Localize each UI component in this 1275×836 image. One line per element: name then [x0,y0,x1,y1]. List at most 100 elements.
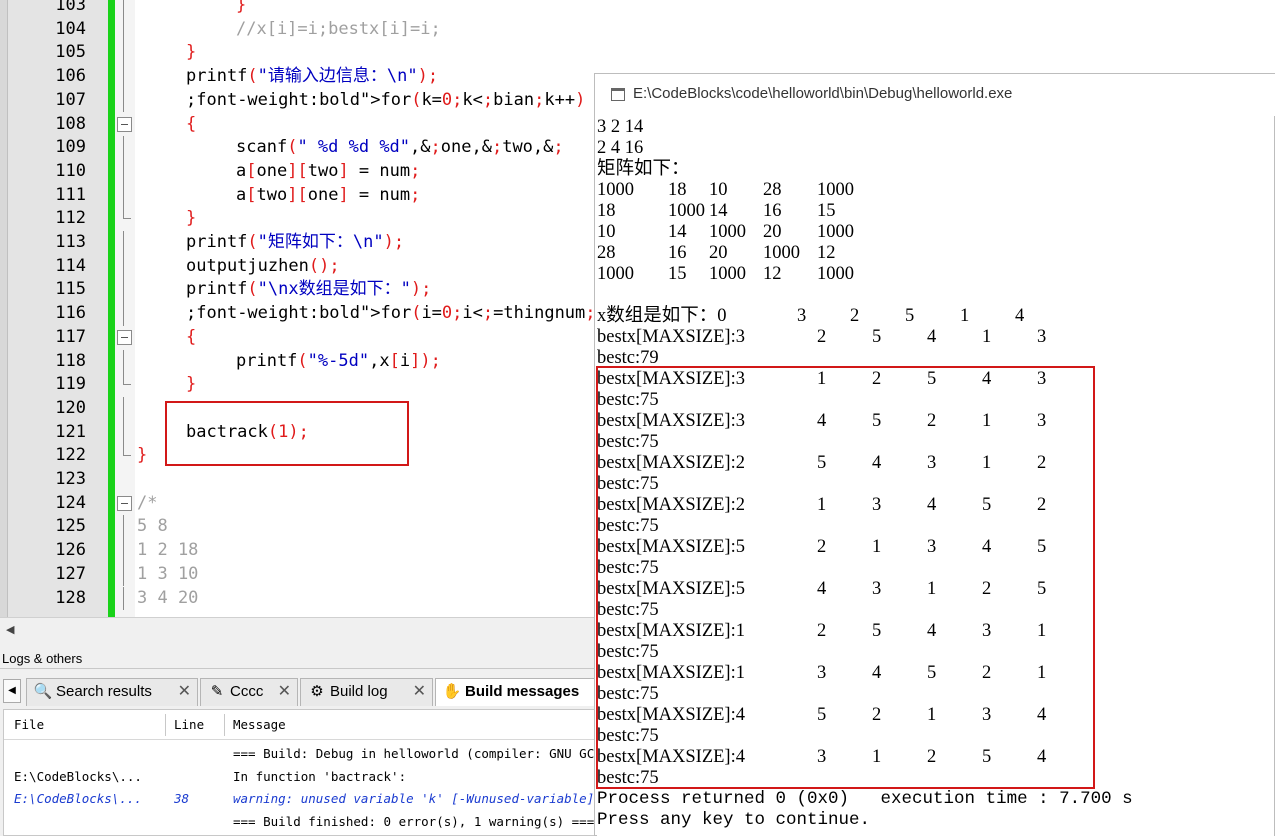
table-row[interactable]: E:\CodeBlocks\... In function 'bactrack': [4,766,601,788]
console-token: 1000 [597,180,634,200]
code-text[interactable]: ;font-weight:bold">for(i=0;i<;=thingnum;… [186,302,637,326]
console-line: 1000 15 1000 12 1000 [597,264,1274,285]
tab-scroll-left-icon[interactable]: ◀ [3,679,21,703]
console-token: 18 [597,201,616,221]
code-line[interactable]: 104 //x[i]=i;bestx[i]=i; [0,17,1275,42]
column-divider[interactable] [165,714,166,736]
code-text[interactable]: scanf(" %d %d %d",&;one,&;two,&; [236,136,564,160]
scroll-left-icon[interactable]: ◀ [6,623,14,636]
table-header: File Line Message [4,710,601,740]
code-text[interactable]: ;font-weight:bold">for(k=0;k<;bian;k++) [186,89,585,113]
tab-label: Cccc [230,683,264,700]
line-number: 118 [55,350,86,371]
console-line: 1000 18 10 28 1000 [597,180,1274,201]
code-text[interactable]: { [186,113,196,137]
code-text[interactable]: 1 3 10 [137,563,198,587]
code-text[interactable]: } [137,444,147,468]
column-header-message[interactable]: Message [233,710,286,740]
editor-horizontal-scrollbar[interactable]: ◀ [0,617,600,639]
line-number: 125 [55,516,86,537]
table-row[interactable]: E:\CodeBlocks\... 38 warning: unused varia… [4,788,601,810]
column-header-line[interactable]: Line [174,710,204,740]
code-text[interactable]: printf("矩阵如下：\n"); [186,231,404,255]
code-text[interactable]: printf("%-5d",x[i]); [236,350,441,374]
cell-line: 38 [174,791,190,806]
fold-guide [123,41,124,66]
code-text[interactable]: //x[i]=i;bestx[i]=i; [236,18,441,42]
build-messages-table[interactable]: File Line Message === Build: Debug in he… [3,709,601,836]
tab-label: Search results [56,683,152,700]
console-token: 3 [1037,327,1047,347]
line-number: 122 [55,445,86,466]
tab-cccc[interactable]: ✎ Cccc ✕ [200,678,298,706]
code-text[interactable]: printf("\nx数组是如下："); [186,278,431,302]
close-icon[interactable]: ✕ [278,679,291,705]
logs-panel-title: Logs & others [0,649,600,669]
fold-guide [123,586,124,611]
code-text[interactable]: } [186,207,196,231]
code-line[interactable]: 103} [0,0,1275,18]
fold-guide [123,349,124,374]
code-text[interactable]: } [236,0,246,18]
fold-toggle-icon[interactable] [117,495,132,511]
console-token: 18 [668,180,687,200]
code-text[interactable]: /* [137,492,157,516]
console-token: 1000 [817,180,854,200]
logs-panel: Logs & others ◀ 🔍 Search results ✕ ✎ Cccc ✕ … [0,639,601,836]
line-number: 112 [55,208,86,229]
fold-toggle-icon[interactable] [117,329,132,345]
console-titlebar[interactable]: E:\CodeBlocks\code\helloworld\bin\Debug\… [595,74,1275,116]
code-text[interactable]: 3 4 20 [137,587,198,611]
column-header-file[interactable]: File [14,710,44,740]
console-app-icon [611,88,625,101]
table-row[interactable]: === Build: Debug in helloworld (compiler… [4,743,601,765]
tab-label: Build messages [465,683,580,700]
code-text[interactable]: outputjuzhen(); [186,255,340,279]
console-token: 1000 [668,201,705,221]
cell-file: E:\CodeBlocks\... [14,791,142,806]
cell-message: In function 'bactrack': [233,768,407,784]
console-token: 1000 [817,222,854,242]
code-text[interactable]: 1 2 18 [137,539,198,563]
fold-end-marker [123,207,131,220]
console-token: 2 [817,327,827,347]
line-number: 126 [55,540,86,561]
console-token: 14 [668,222,687,242]
code-text[interactable]: } [186,373,196,397]
console-token: 3 2 14 [597,117,644,137]
table-row[interactable]: === Build finished: 0 error(s), 1 warnin… [4,811,601,833]
code-line[interactable]: 105} [0,41,1275,66]
code-text[interactable]: 5 8 [137,515,168,539]
fold-toggle-icon[interactable] [117,116,132,132]
fold-guide [123,396,124,421]
code-text[interactable]: a[two][one] = num; [236,184,420,208]
line-number: 120 [55,397,86,418]
tab-search-results[interactable]: 🔍 Search results ✕ [26,678,198,706]
console-token: 1000 [763,243,800,263]
logs-tab-bar: ◀ 🔍 Search results ✕ ✎ Cccc ✕ ⚙ Build log ✕ ✋ B… [0,675,600,707]
tab-build-log[interactable]: ⚙ Build log ✕ [300,678,433,706]
column-divider[interactable] [224,714,225,736]
tab-build-messages[interactable]: ✋ Build messages [435,678,600,706]
console-line: 矩阵如下： [597,159,1274,180]
console-token: 1000 [709,222,746,242]
line-number: 117 [55,326,86,347]
close-icon[interactable]: ✕ [413,679,426,705]
line-number: 127 [55,563,86,584]
console-token: 5 [872,327,882,347]
console-token: 20 [709,243,728,263]
line-number: 114 [55,255,86,276]
code-text[interactable]: } [186,41,196,65]
fold-guide [123,65,124,89]
console-token: 4 [1015,306,1025,326]
close-icon[interactable]: ✕ [178,679,191,705]
line-number: 107 [55,89,86,110]
code-text[interactable]: { [186,326,196,350]
fold-guide [123,88,124,113]
code-text[interactable]: a[one][two] = num; [236,160,420,184]
fold-guide [123,562,124,587]
console-token: 3 [797,306,807,326]
code-text[interactable]: printf("请输入边信息：\n"); [186,65,438,89]
console-line: 10 14 1000 20 1000 [597,222,1274,243]
